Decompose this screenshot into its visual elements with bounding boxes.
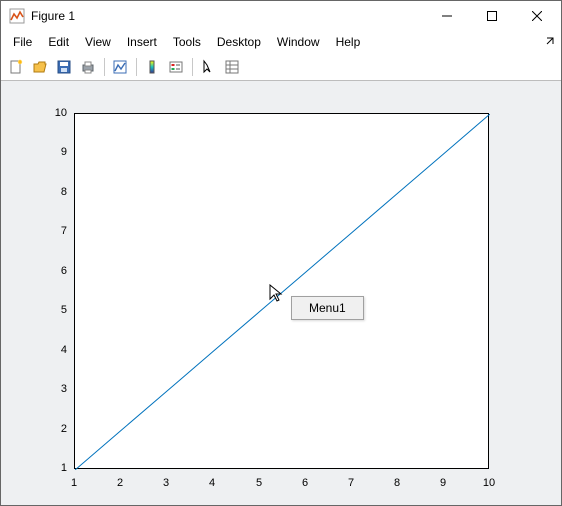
ytick-label: 3 [47,383,67,395]
xtick-label: 10 [479,477,499,489]
plot-line [75,114,490,470]
ytick-label: 9 [47,146,67,158]
toolbar-separator [189,56,195,78]
window-title: Figure 1 [31,9,75,23]
menubar: File Edit View Insert Tools Desktop Wind… [1,31,561,53]
ytick-label: 5 [47,304,67,316]
toolbar-separator [101,56,107,78]
xtick-label: 4 [202,477,222,489]
ytick-label: 2 [47,423,67,435]
print-button[interactable] [77,56,99,78]
ytick-label: 10 [47,107,67,119]
minimize-button[interactable] [424,2,469,30]
save-button[interactable] [53,56,75,78]
ytick-label: 4 [47,344,67,356]
xtick-label: 8 [387,477,407,489]
edit-plot-button[interactable] [197,56,219,78]
xtick-label: 6 [295,477,315,489]
menu-view[interactable]: View [77,32,119,52]
open-button[interactable] [29,56,51,78]
link-plot-button[interactable] [109,56,131,78]
menu-desktop[interactable]: Desktop [209,32,269,52]
xtick-label: 7 [341,477,361,489]
menu-file[interactable]: File [5,32,40,52]
context-menu: Menu1 [291,296,364,320]
context-menu-item[interactable]: Menu1 [293,298,362,318]
menu-edit[interactable]: Edit [40,32,77,52]
toolbar-separator [133,56,139,78]
ytick-label: 7 [47,225,67,237]
close-button[interactable] [514,2,559,30]
figure-window: Figure 1 File Edit View Insert Tools Des… [0,0,562,506]
menu-tools[interactable]: Tools [165,32,209,52]
maximize-button[interactable] [469,2,514,30]
menubar-overflow-icon[interactable] [545,35,555,49]
menu-help[interactable]: Help [328,32,369,52]
ytick-label: 6 [47,265,67,277]
xtick-label: 2 [110,477,130,489]
ytick-label: 1 [47,462,67,474]
toolbar [1,53,561,81]
xtick-label: 1 [64,477,84,489]
xtick-label: 9 [433,477,453,489]
new-figure-button[interactable] [5,56,27,78]
app-icon [9,8,25,24]
axes[interactable] [74,113,489,469]
insert-colorbar-button[interactable] [141,56,163,78]
property-editor-button[interactable] [221,56,243,78]
insert-legend-button[interactable] [165,56,187,78]
canvas-area[interactable]: 1 2 3 4 5 6 7 8 9 10 1 2 3 4 5 6 7 8 9 1… [1,81,561,505]
menu-insert[interactable]: Insert [119,32,165,52]
xtick-label: 3 [156,477,176,489]
ytick-label: 8 [47,186,67,198]
menu-window[interactable]: Window [269,32,328,52]
titlebar: Figure 1 [1,1,561,31]
xtick-label: 5 [249,477,269,489]
